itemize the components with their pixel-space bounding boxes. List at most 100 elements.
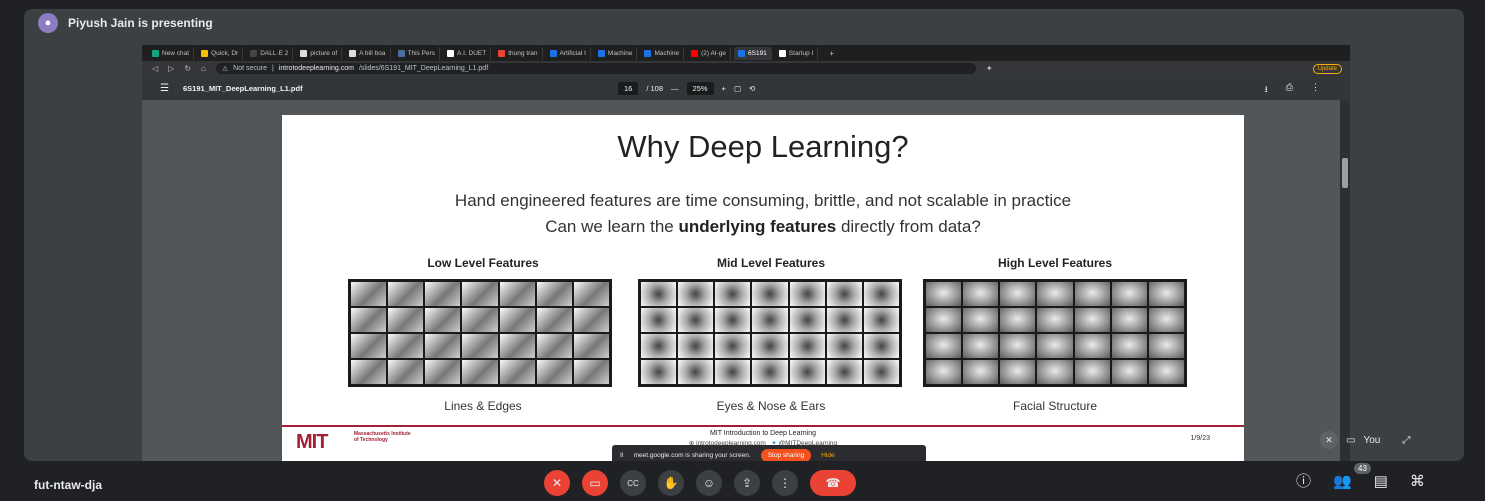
course-title: MIT Introduction to Deep Learning	[709, 430, 817, 437]
feature-tile	[678, 282, 714, 306]
feature-tile	[926, 360, 962, 384]
feature-tile	[1037, 308, 1073, 332]
tab-label: Machine	[654, 49, 680, 57]
pdf-page-controls: 16 / 108 — 25% + ▢ ⟲	[618, 82, 755, 95]
sharing-text: meet.google.com is sharing your screen.	[633, 451, 751, 459]
zoom-level[interactable]: 25%	[686, 82, 714, 95]
feature-tile	[462, 308, 498, 332]
presenter-label: Piyush Jain is presenting	[68, 16, 213, 30]
chat-icon[interactable]: ▤	[1374, 472, 1388, 490]
slide-question: Can we learn the underlying features dir…	[545, 217, 981, 236]
high-level-caption: Facial Structure	[1012, 399, 1098, 413]
pause-icon: II	[620, 451, 624, 459]
feature-tile	[1111, 334, 1147, 358]
home-icon[interactable]: ⌂	[201, 64, 206, 73]
feature-tile	[388, 308, 424, 332]
feature-tile	[388, 282, 424, 306]
zoom-in-icon[interactable]: +	[722, 84, 726, 93]
raise-hand-button[interactable]: ✋	[658, 470, 684, 496]
pdf-scrollbar[interactable]	[1340, 100, 1350, 461]
present-button[interactable]: ⇪	[734, 470, 760, 496]
update-button[interactable]: Update	[1312, 63, 1342, 74]
feature-tile	[789, 308, 825, 332]
self-view-tile[interactable]: ✕ ▭ You ⤢	[1314, 428, 1450, 452]
download-icon[interactable]: ⭳	[1265, 82, 1268, 98]
browser-tab[interactable]: Machine	[640, 46, 685, 60]
scroll-thumb[interactable]	[1342, 158, 1348, 188]
feature-tile	[826, 360, 862, 384]
camera-off-button[interactable]: ▭	[582, 470, 608, 496]
feature-tile	[1000, 282, 1036, 306]
stop-sharing-button[interactable]: Stop sharing	[760, 448, 812, 461]
browser-tab[interactable]: Artificial I	[546, 46, 591, 60]
feature-tile	[462, 282, 498, 306]
reload-icon[interactable]: ↻	[184, 64, 191, 73]
feature-tile	[789, 282, 825, 306]
feature-tile	[1111, 282, 1147, 306]
more-options-button[interactable]: ⋮	[772, 470, 798, 496]
feature-tile	[826, 282, 862, 306]
back-icon[interactable]: ◁	[152, 64, 158, 73]
browser-tab[interactable]: DALL·E 2	[246, 46, 294, 60]
feature-tile	[789, 360, 825, 384]
tab-label: This Pers	[407, 49, 435, 57]
tab-label: A.I. DUET	[456, 49, 487, 57]
browser-tab[interactable]: Startup I	[775, 46, 819, 60]
warning-icon: ⚠	[221, 65, 229, 73]
browser-tab[interactable]: New chat	[148, 46, 195, 60]
browser-tab[interactable]: (2) AI-ge	[687, 46, 731, 60]
feature-tile	[1074, 360, 1110, 384]
feature-tile	[1148, 282, 1184, 306]
new-tab-icon[interactable]: +	[821, 49, 842, 58]
address-host: introtodeeplearning.com	[278, 65, 354, 72]
feature-tile	[1037, 334, 1073, 358]
meeting-info-icon[interactable]: ⓘ	[1296, 470, 1311, 491]
browser-tab[interactable]: A.I. DUET	[443, 46, 492, 60]
browser-tab[interactable]: Quick, Dr	[197, 46, 244, 60]
more-options-icon[interactable]: ⋮	[1311, 82, 1320, 98]
feature-tile	[826, 308, 862, 332]
slide-date: 1/9/23	[1190, 435, 1210, 442]
leave-call-button[interactable]: ☎	[810, 470, 856, 496]
extensions-icon[interactable]: ✦	[986, 64, 993, 73]
mic-off-button[interactable]: ✕	[544, 470, 570, 496]
presentation-tile: ● Piyush Jain is presenting New chat Quic…	[24, 9, 1464, 461]
meeting-code: fut-ntaw-dja	[34, 478, 102, 492]
feature-tile	[715, 334, 751, 358]
feature-tile	[752, 308, 788, 332]
menu-icon[interactable]: ☰	[160, 83, 169, 94]
rotate-icon[interactable]: ⟲	[749, 84, 755, 93]
forward-icon[interactable]: ▷	[168, 64, 174, 73]
address-path: /slides/6S191_MIT_DeepLearning_L1.pdf	[358, 65, 489, 72]
emoji-button[interactable]: ☺	[696, 470, 722, 496]
browser-tab[interactable]: thung tran	[494, 46, 543, 60]
print-icon[interactable]: ⎙	[1286, 82, 1293, 98]
browser-tab[interactable]: 6S191	[734, 46, 772, 60]
hide-button[interactable]: Hide	[821, 452, 834, 459]
browser-tab[interactable]: A bill boa	[345, 46, 391, 60]
page-total: / 108	[646, 84, 664, 93]
tab-favicon-icon	[691, 49, 699, 57]
people-icon[interactable]: 👥	[1333, 472, 1352, 490]
captions-button[interactable]: CC	[620, 470, 646, 496]
feature-tile	[1000, 308, 1036, 332]
low-level-heading: Low Level Features	[427, 256, 539, 270]
page-number-input[interactable]: 16	[618, 82, 639, 95]
shared-browser-window: New chat Quick, Dr DALL·E 2 picture of A bil…	[142, 45, 1350, 461]
fit-page-icon[interactable]: ▢	[734, 84, 741, 93]
feature-tile	[963, 282, 999, 306]
tab-label: A bill boa	[359, 49, 386, 57]
address-bar[interactable]: ⚠ Not secure | introtodeeplearning.com/s…	[215, 63, 976, 74]
feature-tile	[963, 360, 999, 384]
browser-tab[interactable]: This Pers	[394, 46, 440, 60]
high-level-heading: High Level Features	[997, 256, 1113, 270]
browser-tab[interactable]: Machine	[594, 46, 638, 60]
feature-tile	[1074, 282, 1110, 306]
browser-tab[interactable]: picture of	[296, 46, 343, 60]
activities-icon[interactable]: ⌘	[1410, 472, 1425, 490]
feature-tile	[573, 334, 609, 358]
side-panel-controls: ⓘ 👥 ▤ ⌘	[1296, 470, 1425, 491]
feature-tile	[641, 334, 677, 358]
expand-icon[interactable]: ⤢	[1402, 435, 1410, 446]
zoom-out-icon[interactable]: —	[671, 84, 679, 93]
